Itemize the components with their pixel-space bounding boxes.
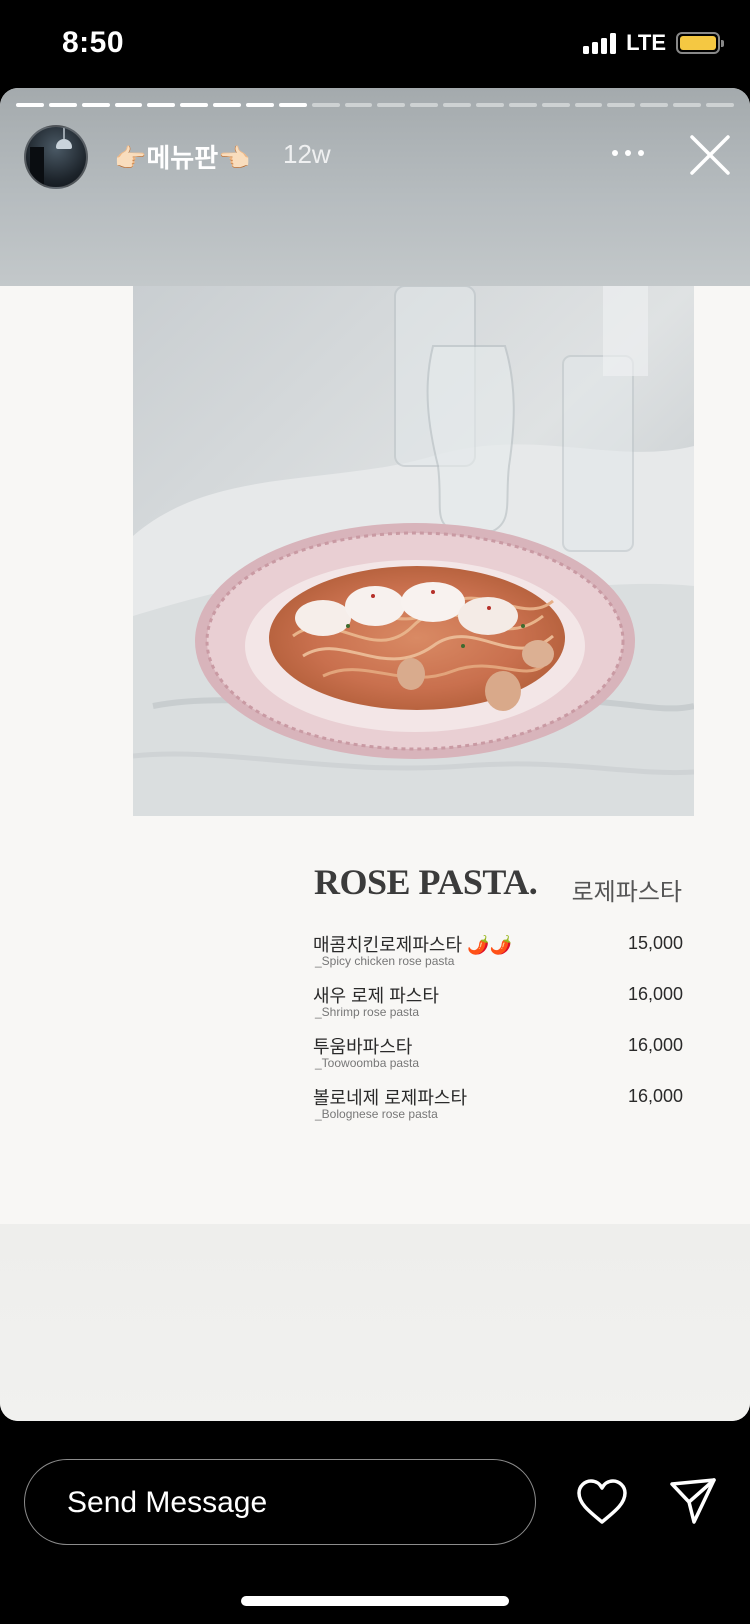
story-progress-segment (508, 103, 537, 107)
send-icon[interactable] (668, 1476, 718, 1526)
menu-list: 매콤치킨로제파스타 🌶️🌶️ _Spicy chicken rose pasta… (313, 931, 683, 1135)
story-progress-segment (213, 103, 242, 107)
menu-item-english-name: _Shrimp rose pasta (315, 1005, 420, 1019)
story-progress-segment (114, 103, 143, 107)
rose-pasta-photo (133, 286, 694, 816)
story-progress-bar (16, 103, 734, 107)
story-time-ago: 12w (283, 139, 331, 169)
avatar[interactable] (24, 125, 88, 189)
story-progress-segment (81, 103, 110, 107)
menu-section-title-korean: 로제파스타 (571, 879, 682, 906)
status-time: 8:50 (62, 26, 125, 59)
story-progress-segment (377, 103, 406, 107)
menu-item: 새우 로제 파스타 _Shrimp rose pasta 16,000 (313, 982, 683, 1033)
network-type: LTE (626, 30, 666, 55)
story-progress-segment (607, 103, 636, 107)
story-progress-segment (640, 103, 669, 107)
story-progress-segment (278, 103, 307, 107)
story-progress-segment (180, 103, 209, 107)
story-progress-segment (706, 103, 734, 107)
story-bottom-band (0, 1224, 750, 1421)
menu-section-title: ROSE PASTA. (314, 862, 538, 902)
story-progress-segment (476, 103, 504, 107)
menu-item: 볼로네제 로제파스타 _Bolognese rose pasta 16,000 (313, 1084, 683, 1135)
battery-icon (676, 32, 724, 54)
story-progress-segment (48, 103, 77, 107)
menu-item-price: 15,000 (627, 933, 683, 953)
menu-item-price: 16,000 (627, 984, 683, 1004)
close-icon[interactable] (688, 133, 732, 177)
menu-item-english-name: _Bolognese rose pasta (315, 1107, 438, 1121)
status-bar: 8:50 LTE (0, 0, 750, 88)
story-progress-segment (147, 103, 176, 107)
story-progress-segment (246, 103, 274, 107)
story-top-band (0, 88, 750, 286)
menu-page: ROSE PASTA. 로제파스타 매콤치킨로제파스타 🌶️🌶️ _Spicy … (0, 286, 750, 1224)
home-indicator (241, 1596, 509, 1606)
story-viewer-screen: 8:50 LTE ROSE PASTA. 로제파스타 매콤치킨로제파스타 🌶️🌶… (0, 0, 750, 1624)
story-progress-segment (16, 103, 44, 107)
story-username[interactable]: 👉🏻메뉴판👈🏻 (114, 138, 251, 175)
story-progress-segment (541, 103, 570, 107)
menu-item-english-name: _Toowoomba pasta (315, 1056, 420, 1070)
menu-item-price: 16,000 (627, 1035, 683, 1055)
status-indicators: LTE (583, 30, 724, 56)
story-card[interactable]: ROSE PASTA. 로제파스타 매콤치킨로제파스타 🌶️🌶️ _Spicy … (0, 88, 750, 1421)
story-progress-segment (410, 103, 439, 107)
story-progress-segment (673, 103, 702, 107)
story-progress-segment (443, 103, 472, 107)
story-progress-segment (344, 103, 373, 107)
story-progress-segment (311, 103, 340, 107)
signal-icon (583, 32, 617, 54)
more-horizontal-icon[interactable] (606, 138, 650, 168)
menu-item: 매콤치킨로제파스타 🌶️🌶️ _Spicy chicken rose pasta… (313, 931, 683, 982)
heart-icon[interactable] (576, 1478, 628, 1526)
story-progress-segment (574, 103, 603, 107)
menu-item: 투움바파스타 _Toowoomba pasta 16,000 (313, 1033, 683, 1084)
menu-item-english-name: _Spicy chicken rose pasta (315, 954, 455, 968)
send-message-placeholder: Send Message (67, 1486, 268, 1519)
send-message-input[interactable]: Send Message (24, 1459, 536, 1545)
menu-item-price: 16,000 (627, 1086, 683, 1106)
